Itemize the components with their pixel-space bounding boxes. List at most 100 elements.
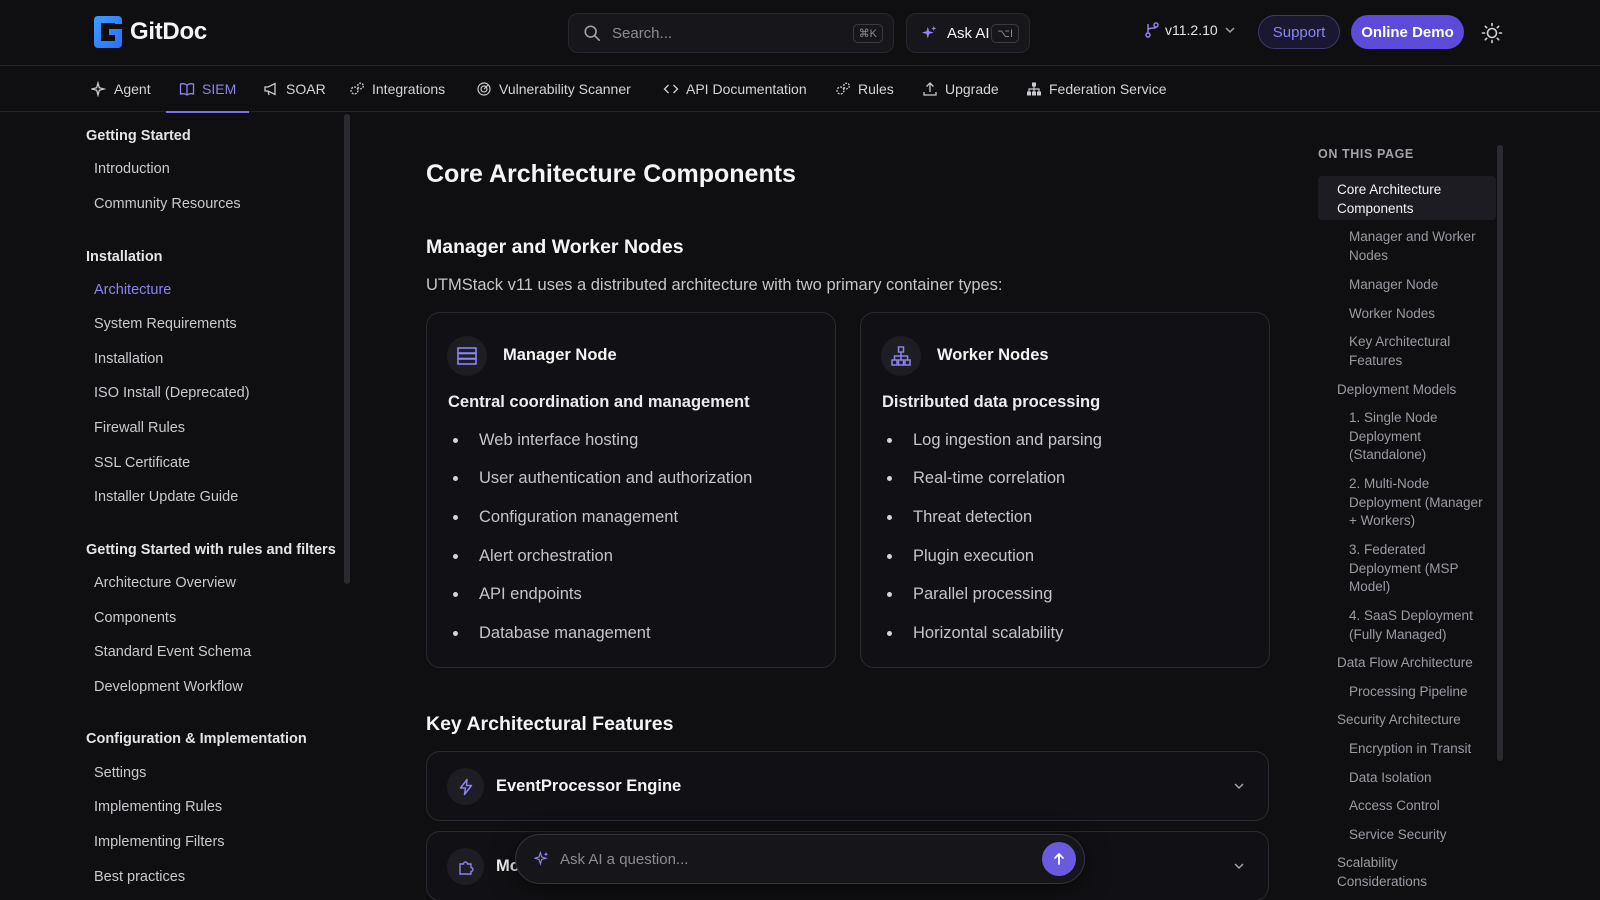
list-item: Alert orchestration [448, 537, 752, 576]
sidebar-scrollbar[interactable] [344, 114, 350, 584]
manager-node-card: Manager Node Central coordination and ma… [426, 312, 836, 668]
tab-siem[interactable]: SIEM [165, 66, 250, 113]
sidebar-item-settings[interactable]: Settings [94, 765, 146, 781]
ask-ai-label: Ask AI [947, 24, 990, 42]
sidebar-item-architecture-overview[interactable]: Architecture Overview [94, 575, 236, 591]
list-item: API endpoints [448, 575, 752, 614]
tab-integrations[interactable]: Integrations [349, 66, 445, 112]
tab-upgrade[interactable]: Upgrade [922, 66, 999, 112]
intro-text: UTMStack v11 uses a distributed architec… [426, 276, 1003, 294]
ask-ai-input[interactable]: Ask AI a question... [515, 834, 1085, 884]
sidebar-item-architecture[interactable]: Architecture [94, 282, 171, 298]
sidebar-item-introduction[interactable]: Introduction [94, 161, 170, 177]
search-icon [584, 25, 601, 42]
sidebar-item-implementing-rules[interactable]: Implementing Rules [94, 799, 222, 815]
toc-item-scalability[interactable]: Scalability Considerations [1337, 854, 1487, 891]
tab-rules[interactable]: Rules [835, 66, 894, 112]
toc-item-multi-node[interactable]: 2. Multi-Node Deployment (Manager + Work… [1349, 475, 1489, 531]
toc-item-core-architecture[interactable]: Core Architecture Components [1337, 181, 1487, 218]
toc-scrollbar[interactable] [1497, 145, 1503, 761]
tab-label: Federation Service [1049, 81, 1167, 97]
tab-vulnerability-scanner[interactable]: Vulnerability Scanner [476, 66, 631, 112]
card-icon-wrap [881, 336, 921, 376]
toc-item-access-control[interactable]: Access Control [1349, 797, 1489, 816]
tab-label: SIEM [202, 81, 237, 97]
sidebar-item-system-requirements[interactable]: System Requirements [94, 316, 237, 332]
top-header: GitDoc Search... ⌘K Ask AI ⌥I v11.2.10 S… [0, 0, 1600, 66]
online-demo-button[interactable]: Online Demo [1351, 15, 1464, 49]
sidebar-item-best-practices[interactable]: Best practices [94, 869, 185, 885]
sidebar-group-rules-and-filters[interactable]: Getting Started with rules and filters [86, 542, 336, 558]
sidebar-item-firewall-rules[interactable]: Firewall Rules [94, 420, 185, 436]
toc-item-saas[interactable]: 4. SaaS Deployment (Fully Managed) [1349, 607, 1489, 644]
sidebar-item-development-workflow[interactable]: Development Workflow [94, 679, 243, 695]
list-item: Real-time correlation [882, 460, 1102, 499]
send-button[interactable] [1042, 842, 1076, 876]
toc-item-single-node[interactable]: 1. Single Node Deployment (Standalone) [1349, 409, 1489, 465]
toc-item-manager-worker-nodes[interactable]: Manager and Worker Nodes [1349, 228, 1489, 265]
version-selector[interactable]: v11.2.10 [1145, 22, 1236, 38]
logo-text: GitDoc [130, 18, 207, 45]
ask-ai-shortcut: ⌥I [991, 23, 1019, 43]
list-item: Plugin execution [882, 537, 1102, 576]
sidebar-item-implementing-filters[interactable]: Implementing Filters [94, 834, 225, 850]
network-icon [1027, 82, 1041, 96]
node-tree-icon [891, 346, 911, 366]
sidebar-item-community-resources[interactable]: Community Resources [94, 196, 241, 212]
toc-item-encryption[interactable]: Encryption in Transit [1349, 740, 1489, 759]
list-item: Configuration management [448, 498, 752, 537]
toc-item-manager-node[interactable]: Manager Node [1349, 276, 1489, 295]
sidebar-group-getting-started[interactable]: Getting Started [86, 128, 191, 144]
version-label: v11.2.10 [1165, 22, 1218, 38]
tab-agent[interactable]: Agent [91, 66, 151, 112]
sidebar-item-iso-install[interactable]: ISO Install (Deprecated) [94, 385, 250, 401]
toc-item-federated[interactable]: 3. Federated Deployment (MSP Model) [1349, 541, 1489, 597]
card-icon-wrap [447, 336, 487, 376]
search-input[interactable]: Search... ⌘K [568, 13, 894, 53]
sparkle-icon [91, 81, 107, 97]
logo[interactable]: GitDoc [90, 14, 207, 50]
toc-item-deployment-models[interactable]: Deployment Models [1337, 381, 1487, 400]
list-item: Parallel processing [882, 575, 1102, 614]
support-button[interactable]: Support [1258, 15, 1340, 49]
toc-item-service-security[interactable]: Service Security [1349, 826, 1489, 845]
sidebar-item-installer-update-guide[interactable]: Installer Update Guide [94, 489, 238, 505]
tab-label: Upgrade [945, 81, 999, 97]
branch-icon [1145, 22, 1159, 38]
sidebar-group-configuration[interactable]: Configuration & Implementation [86, 731, 307, 747]
chevron-down-icon [1234, 783, 1244, 790]
sparkle-icon [921, 25, 937, 39]
code-icon [663, 84, 679, 94]
toc-item-data-flow[interactable]: Data Flow Architecture [1337, 654, 1487, 673]
lightning-icon [459, 778, 472, 795]
list-item: Log ingestion and parsing [882, 421, 1102, 460]
list-item: Threat detection [882, 498, 1102, 537]
toc-item-key-features[interactable]: Key Architectural Features [1349, 333, 1489, 370]
sidebar-item-standard-event-schema[interactable]: Standard Event Schema [94, 644, 251, 660]
upload-icon [923, 82, 937, 96]
gitdoc-logo-icon [94, 16, 122, 48]
sidebar-item-components[interactable]: Components [94, 610, 176, 626]
tab-api-documentation[interactable]: API Documentation [663, 66, 807, 112]
ask-ai-button[interactable]: Ask AI ⌥I [906, 13, 1030, 53]
accordion-icon-wrap [447, 768, 484, 805]
card-feature-list: Web interface hosting User authenticatio… [448, 421, 752, 653]
accordion-eventprocessor[interactable]: EventProcessor Engine [426, 751, 1269, 821]
accordion-icon-wrap [447, 848, 484, 885]
toc-item-worker-nodes[interactable]: Worker Nodes [1349, 305, 1489, 324]
tab-label: Rules [858, 81, 894, 97]
sidebar-group-installation[interactable]: Installation [86, 249, 163, 265]
tab-label: API Documentation [686, 81, 807, 97]
sidebar-item-installation[interactable]: Installation [94, 351, 163, 367]
megaphone-icon [264, 82, 276, 96]
list-item: Horizontal scalability [882, 614, 1102, 653]
list-item: Web interface hosting [448, 421, 752, 460]
search-placeholder: Search... [612, 24, 673, 42]
toc-item-security-architecture[interactable]: Security Architecture [1337, 711, 1487, 730]
tab-federation-service[interactable]: Federation Service [1026, 66, 1167, 112]
theme-toggle-sun-icon[interactable] [1481, 22, 1503, 44]
sidebar-item-ssl-certificate[interactable]: SSL Certificate [94, 455, 190, 471]
tab-soar[interactable]: SOAR [263, 66, 326, 112]
toc-item-data-isolation[interactable]: Data Isolation [1349, 769, 1489, 788]
toc-item-processing-pipeline[interactable]: Processing Pipeline [1349, 683, 1489, 702]
